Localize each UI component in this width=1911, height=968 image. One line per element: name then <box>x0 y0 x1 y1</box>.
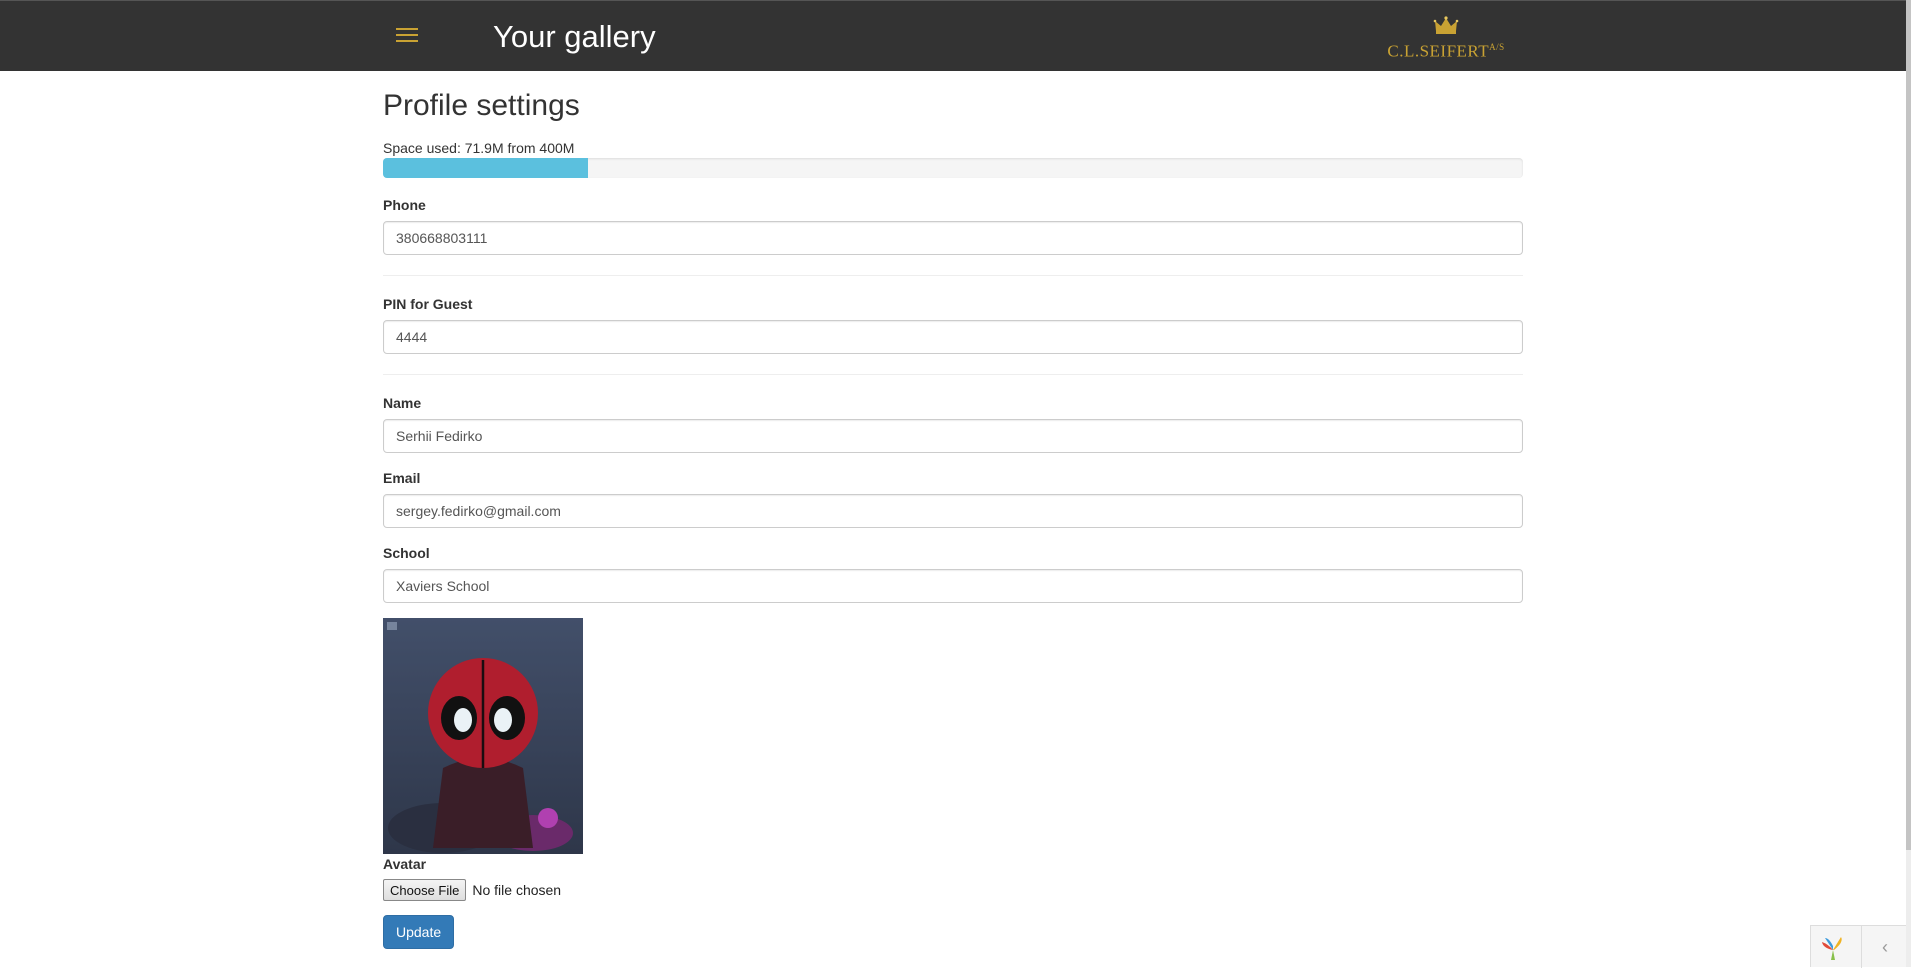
avatar-label: Avatar <box>383 856 427 872</box>
pin-label: PIN for Guest <box>383 296 473 312</box>
yii-logo-icon[interactable] <box>1819 934 1847 962</box>
pin-group: PIN for Guest <box>383 296 1523 354</box>
phone-input[interactable] <box>383 221 1523 255</box>
profile-settings-content: Profile settings Space used: 71.9M from … <box>383 71 1523 949</box>
name-label: Name <box>383 395 422 411</box>
choose-file-button[interactable]: Choose File <box>383 879 467 901</box>
space-used-progress-fill <box>383 158 589 178</box>
avatar-file-input: Choose File No file chosen <box>383 879 1523 901</box>
top-navbar: Your gallery C.L.SEIFERTA/S <box>0 0 1906 71</box>
name-group: Name <box>383 395 1523 453</box>
page-title: Profile settings <box>383 89 580 122</box>
email-group: Email <box>383 470 1523 528</box>
file-status: No file chosen <box>472 882 562 898</box>
crown-icon <box>1433 16 1459 34</box>
page-scrollbar[interactable] <box>1906 0 1911 967</box>
pin-input[interactable] <box>383 320 1523 354</box>
email-input[interactable] <box>383 494 1523 528</box>
chevron-left-icon[interactable]: ‹ <box>1861 926 1908 968</box>
navbar-title[interactable]: Your gallery <box>493 19 656 55</box>
phone-label: Phone <box>383 197 426 213</box>
school-label: School <box>383 545 430 561</box>
school-input[interactable] <box>383 569 1523 603</box>
scrollbar-thumb[interactable] <box>1906 0 1911 850</box>
divider <box>383 374 1523 375</box>
avatar-image <box>383 618 583 854</box>
name-input[interactable] <box>383 419 1523 453</box>
debug-toolbar: ‹ <box>1810 925 1908 968</box>
email-label: Email <box>383 470 421 486</box>
phone-group: Phone <box>383 197 1523 255</box>
space-used-progress <box>383 158 1523 178</box>
logo-wordmark: C.L.SEIFERTA/S <box>1387 41 1505 61</box>
hamburger-menu-icon[interactable] <box>396 28 418 46</box>
update-button[interactable]: Update <box>383 915 455 949</box>
brand-logo[interactable]: C.L.SEIFERTA/S <box>1383 15 1509 61</box>
avatar-group: Avatar Choose File No file chosen <box>383 856 1523 901</box>
divider <box>383 275 1523 276</box>
school-group: School <box>383 545 1523 603</box>
space-used-text: Space used: 71.9M from 400M <box>383 140 575 156</box>
